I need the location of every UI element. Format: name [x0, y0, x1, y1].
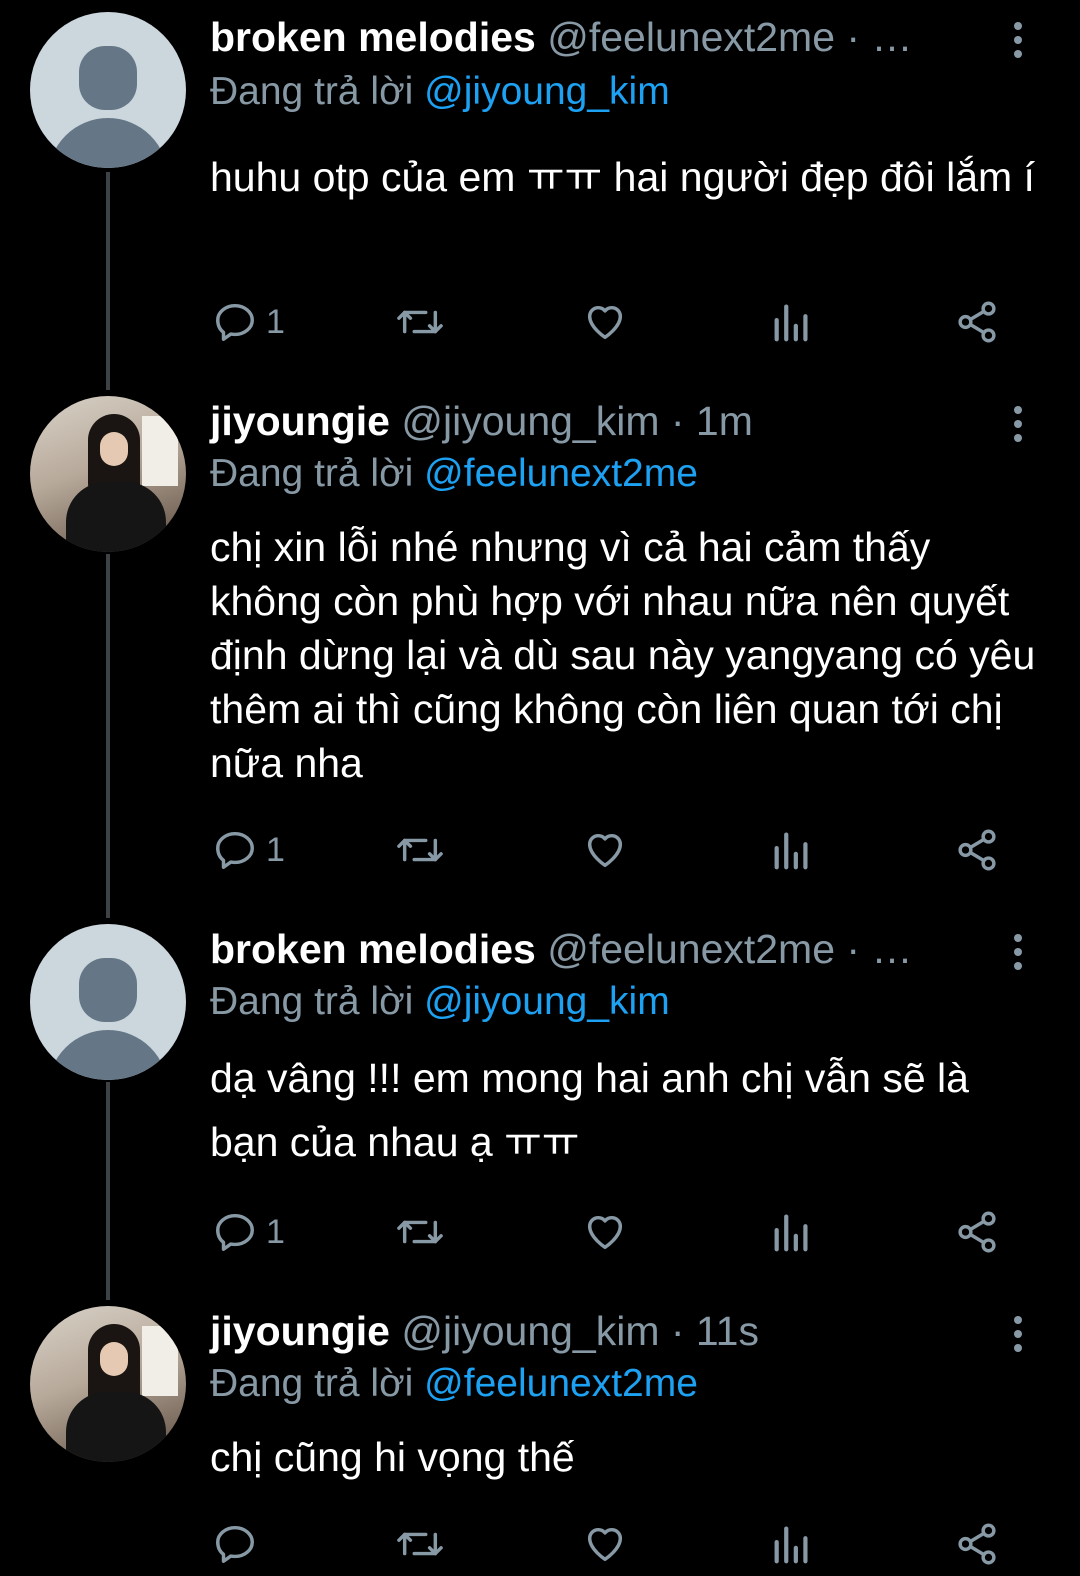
retweet-icon — [397, 838, 443, 862]
more-icon[interactable] — [1010, 18, 1024, 62]
more-icon[interactable] — [1010, 930, 1024, 974]
tweet[interactable]: broken melodies @feelunext2me · … Đang t… — [0, 0, 1080, 390]
mention-link[interactable]: @jiyoung_kim — [424, 70, 670, 113]
like-icon — [587, 1215, 623, 1250]
avatar[interactable] — [30, 1306, 186, 1462]
like-icon — [587, 305, 623, 340]
share-icon — [958, 1523, 996, 1565]
reply-button[interactable]: 1 — [212, 292, 285, 352]
share-button[interactable] — [954, 1202, 1000, 1262]
share-icon — [958, 301, 996, 343]
replying-prefix: Đang trả lời — [210, 980, 414, 1023]
tweet-header: broken melodies @feelunext2me · … — [210, 14, 1060, 64]
share-icon — [958, 829, 996, 871]
handle-timestamp: @jiyoung_kim · 1m — [401, 398, 753, 444]
handle-timestamp: @feelunext2me · … — [547, 926, 913, 972]
display-name[interactable]: broken melodies — [210, 14, 536, 60]
photo-background — [142, 1326, 178, 1396]
reply-button[interactable]: 1 — [212, 1202, 285, 1262]
action-bar: 1 — [0, 1202, 1080, 1262]
tweet[interactable]: jiyoungie @jiyoung_kim · 1m Đang trả lời… — [0, 390, 1080, 920]
tweet-text: chị xin lỗi nhé nhưng vì cả hai cảm thấy… — [210, 524, 1036, 786]
reply-icon — [216, 1213, 254, 1251]
tweet-header: jiyoungie @jiyoung_kim · 11s — [210, 1308, 1060, 1358]
photo-body — [66, 482, 166, 552]
more-icon[interactable] — [1010, 402, 1024, 446]
avatar[interactable] — [30, 12, 186, 168]
reply-count: 1 — [266, 302, 285, 341]
tweet-text: dạ vâng !!! em mong hai anh chị vẫn sẽ l… — [210, 1055, 969, 1165]
analytics-button[interactable] — [770, 1202, 814, 1262]
share-button[interactable] — [954, 820, 1000, 880]
like-icon — [587, 833, 623, 868]
replying-to: Đang trả lời @feelunext2me — [210, 452, 698, 496]
tweet-header: broken melodies @feelunext2me · … — [210, 926, 1060, 976]
photo-background — [142, 416, 178, 486]
replying-prefix: Đang trả lời — [210, 1362, 414, 1405]
replying-prefix: Đang trả lời — [210, 70, 414, 113]
analytics-icon — [774, 832, 808, 870]
like-button[interactable] — [582, 292, 628, 352]
like-icon — [587, 1527, 623, 1562]
handle-timestamp: @feelunext2me · … — [547, 14, 913, 60]
replying-prefix: Đang trả lời — [210, 452, 414, 495]
replying-to: Đang trả lời @jiyoung_kim — [210, 70, 670, 114]
photo-body — [66, 1392, 166, 1462]
action-bar: 1 — [0, 820, 1080, 880]
default-avatar-shoulders — [48, 118, 168, 168]
mention-link[interactable]: @feelunext2me — [424, 1362, 698, 1405]
retweet-icon — [397, 1220, 443, 1244]
reply-button[interactable] — [212, 1514, 266, 1574]
share-icon — [958, 1211, 996, 1253]
tweet-header: jiyoungie @jiyoung_kim · 1m — [210, 398, 1060, 448]
photo-face — [100, 1342, 128, 1376]
retweet-button[interactable] — [394, 820, 446, 880]
analytics-button[interactable] — [770, 820, 814, 880]
replying-to: Đang trả lời @jiyoung_kim — [210, 980, 670, 1024]
reply-count: 1 — [266, 1212, 285, 1251]
like-button[interactable] — [582, 820, 628, 880]
mention-link[interactable]: @feelunext2me — [424, 452, 698, 495]
share-button[interactable] — [954, 292, 1000, 352]
tweet[interactable]: broken melodies @feelunext2me · … Đang t… — [0, 920, 1080, 1300]
action-bar — [0, 1514, 1080, 1574]
analytics-icon — [774, 304, 808, 342]
reply-count: 1 — [266, 830, 285, 869]
like-button[interactable] — [582, 1202, 628, 1262]
share-button[interactable] — [954, 1514, 1000, 1574]
tweet-text: chị cũng hi vọng thế — [210, 1434, 575, 1480]
retweet-button[interactable] — [394, 1514, 446, 1574]
display-name[interactable]: jiyoungie — [210, 398, 390, 444]
like-button[interactable] — [582, 1514, 628, 1574]
analytics-icon — [774, 1526, 808, 1564]
display-name[interactable]: jiyoungie — [210, 1308, 390, 1354]
analytics-button[interactable] — [770, 292, 814, 352]
default-avatar-head — [79, 46, 137, 110]
reply-button[interactable]: 1 — [212, 820, 285, 880]
retweet-icon — [397, 1532, 443, 1556]
default-avatar-shoulders — [48, 1030, 168, 1080]
analytics-icon — [774, 1214, 808, 1252]
reply-icon — [216, 831, 254, 869]
more-icon[interactable] — [1010, 1312, 1024, 1356]
replying-to: Đang trả lời @feelunext2me — [210, 1362, 698, 1406]
tweet-text: huhu otp của em ㅠㅠ hai người đẹp đôi lắm… — [210, 154, 1035, 200]
reply-icon — [216, 1525, 254, 1563]
reply-icon — [216, 303, 254, 341]
retweet-button[interactable] — [394, 292, 446, 352]
action-bar: 1 — [0, 292, 1080, 352]
default-avatar-head — [79, 958, 137, 1022]
handle-timestamp: @jiyoung_kim · 11s — [401, 1308, 759, 1354]
avatar[interactable] — [30, 396, 186, 552]
analytics-button[interactable] — [770, 1514, 814, 1574]
mention-link[interactable]: @jiyoung_kim — [424, 980, 670, 1023]
avatar[interactable] — [30, 924, 186, 1080]
tweet[interactable]: jiyoungie @jiyoung_kim · 11s Đang trả lờ… — [0, 1300, 1080, 1576]
retweet-icon — [397, 310, 443, 334]
retweet-button[interactable] — [394, 1202, 446, 1262]
photo-face — [100, 432, 128, 466]
display-name[interactable]: broken melodies — [210, 926, 536, 972]
